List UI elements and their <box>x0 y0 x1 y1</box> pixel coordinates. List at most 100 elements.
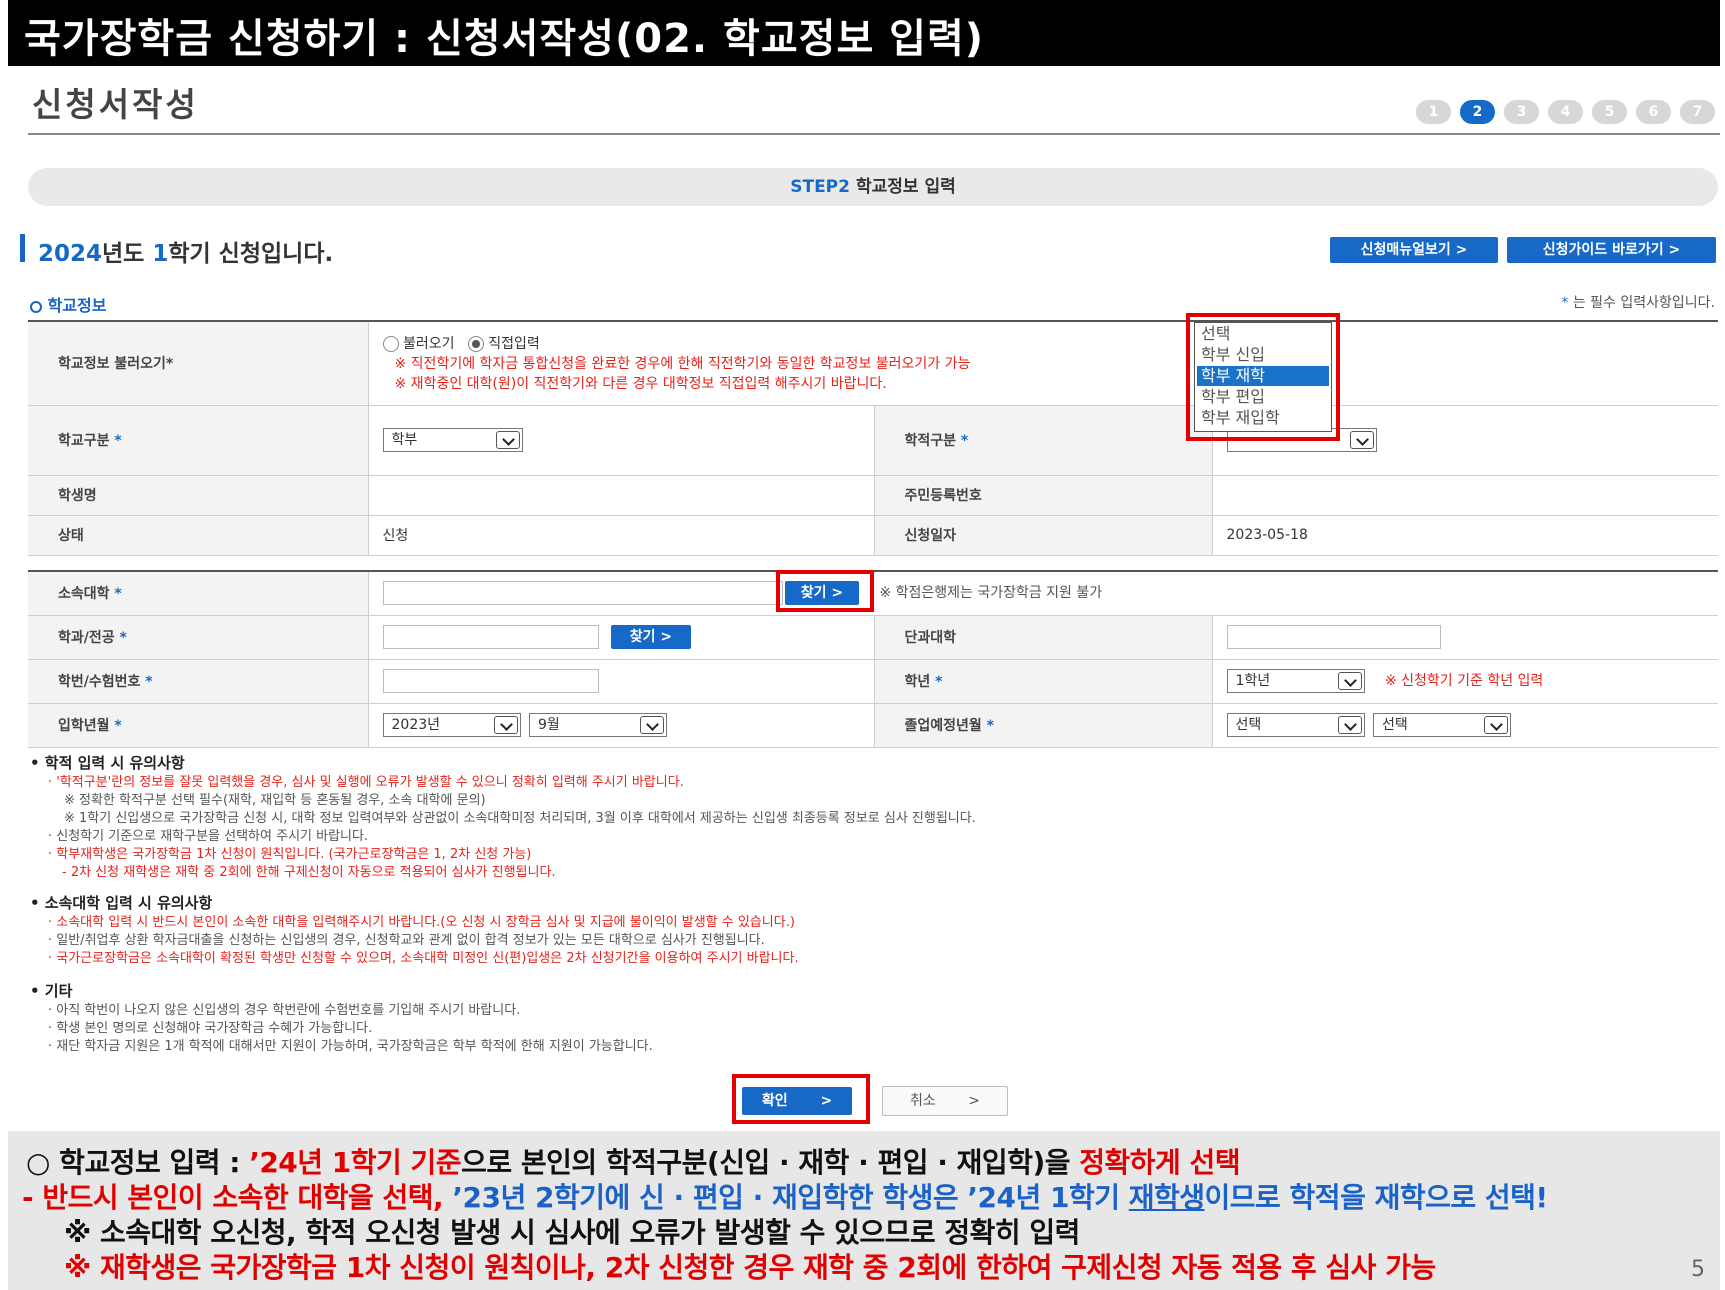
cancel-button[interactable]: 취소 > <box>882 1086 1008 1116</box>
required-star: * <box>145 674 153 690</box>
page-heading: 신청서작성 <box>32 85 199 124</box>
required-star: * <box>114 586 122 603</box>
admission-month-value: 9월 <box>537 717 560 733</box>
manual-button[interactable]: 신청매뉴얼보기 > <box>1330 237 1498 263</box>
term-semester-suffix: 학기 신청입니다. <box>168 241 334 267</box>
summary-blue-text: 이므로 학적을 재학으로 선택! <box>1204 1181 1549 1214</box>
radio-load[interactable] <box>382 336 399 352</box>
college-label: 단과대학 <box>874 614 1213 660</box>
section-label-text: 학교정보 <box>47 296 107 315</box>
major-input[interactable] <box>382 625 599 649</box>
summary-emphasis: ’24년 1학기 기준 <box>249 1146 462 1179</box>
load-note-1: ※ 직전학기에 학자금 통합신청을 완료한 경우에 한해 직전학기와 동일한 학… <box>394 356 971 372</box>
note-line: · 국가근로장학금은 소속대학이 확정된 학생만 신청할 수 있으며, 소속대학… <box>48 951 799 966</box>
load-note-2: ※ 재학중인 대학(원)이 직전학기와 다른 경우 대학정보 직접입력 해주시기… <box>394 376 887 392</box>
grade-select[interactable]: 1학년 <box>1226 669 1365 693</box>
confirm-label: 확인 <box>761 1093 788 1109</box>
etc-notes-heading: • 기타 <box>30 982 73 1000</box>
summary-text: ○ 학교정보 입력 : <box>26 1146 250 1179</box>
summary-line-2: - 반드시 본인이 소속한 대학을 선택, ’23년 2학기에 신 · 편입 ·… <box>22 1176 1548 1216</box>
student-id-input[interactable] <box>382 669 599 693</box>
university-notes-heading: • 소속대학 입력 시 유의사항 <box>30 894 213 912</box>
term-title: 2024년도 1학기 신청입니다. <box>38 234 333 268</box>
summary-blue-text: ’23년 2학기에 신 · 편입 · 재입학한 학생은 ’24년 1학기 <box>452 1181 1129 1214</box>
rrn-label: 주민등록번호 <box>874 474 1213 516</box>
school-type-value: 학부 <box>391 432 418 448</box>
admission-year-select[interactable]: 2023년 <box>382 713 521 737</box>
status-value: 신청 <box>368 514 875 556</box>
step-2-active: 2 <box>1460 100 1495 124</box>
graduation-year-value: 선택 <box>1235 717 1262 733</box>
term-semester: 1 <box>152 241 169 267</box>
graduation-label-cell: 졸업예정년월 * <box>874 702 1213 748</box>
step-3: 3 <box>1504 100 1539 124</box>
slide-title: 국가장학금 신청하기 : 신청서작성(02. 학교정보 입력) <box>24 16 985 62</box>
note-line: · 일반/취업후 상환 학자금대출을 신청하는 신입생의 경우, 신청학교와 관… <box>48 933 765 948</box>
note-line: · 소속대학 입력 시 반드시 본인이 소속한 대학을 입력해주시기 바랍니다.… <box>48 915 795 930</box>
graduation-month-select[interactable]: 선택 <box>1372 713 1511 737</box>
student-name-label: 학생명 <box>28 474 369 516</box>
status-label: 상태 <box>28 514 369 556</box>
section-label: 학교정보 <box>30 292 106 316</box>
summary-text: 으로 본인의 학적구분(신입 · 재학 · 편입 · 재입학)을 <box>461 1146 1080 1179</box>
step-label: 학교정보 입력 <box>855 177 956 197</box>
admission-year-value: 2023년 <box>391 717 441 733</box>
note-line: · '학적구분'란의 정보를 잘못 입력했을 경우, 심사 및 실행에 오류가 … <box>48 775 684 790</box>
etc-notes: • 기타 · 아직 학번이 나오지 않은 신입생의 경우 학번란에 수험번호를 … <box>30 982 653 1056</box>
note-line: ※ 1학기 신입생으로 국가장학금 신청 시, 대학 정보 입력여부와 상관없이… <box>64 811 976 826</box>
chevron-right-icon: > <box>820 1093 833 1109</box>
college-input[interactable] <box>1226 625 1441 649</box>
summary-emphasis: 정확하게 선택 <box>1079 1146 1241 1179</box>
chevron-down-icon <box>1349 431 1374 449</box>
university-input[interactable] <box>382 581 783 606</box>
term-year: 2024 <box>38 241 103 267</box>
major-label-cell: 학과/전공 * <box>28 614 369 660</box>
page-number: 5 <box>1691 1257 1705 1282</box>
graduation-label: 졸업예정년월 <box>904 718 982 734</box>
school-type-label: 학교구분 <box>58 433 110 449</box>
major-find-button[interactable]: 찾기 > <box>610 625 691 649</box>
confirm-button[interactable]: 확인 > <box>742 1087 852 1115</box>
note-line: · 재단 학자금 지원은 1개 학적에 대해서만 지원이 가능하며, 국가장학금… <box>48 1039 653 1054</box>
circle-icon <box>30 300 42 313</box>
admission-label-cell: 입학년월 * <box>28 702 369 748</box>
radio-direct-label: 직접입력 <box>488 336 540 352</box>
grade-label: 학년 <box>904 674 931 690</box>
university-label: 소속대학 <box>58 586 110 603</box>
radio-load-label: 불러오기 <box>402 336 455 352</box>
admission-month-select[interactable]: 9월 <box>528 713 667 737</box>
university-notes: • 소속대학 입력 시 유의사항 · 소속대학 입력 시 반드시 본인이 소속한… <box>30 894 799 968</box>
note-line: · 학생 본인 명의로 신청해야 국가장학금 수혜가 가능합니다. <box>48 1021 373 1036</box>
note-line: · 학부재학생은 국가장학금 1차 신청이 원칙입니다. (국가근로장학금은 1… <box>48 847 532 862</box>
enroll-notes-heading: • 학적 입력 시 유의사항 <box>30 754 185 772</box>
enroll-notes: • 학적 입력 시 유의사항 · '학적구분'란의 정보를 잘못 입력했을 경우… <box>30 754 976 882</box>
enroll-type-label: 학적구분 <box>904 433 957 449</box>
chevron-down-icon <box>1337 672 1362 690</box>
note-line: · 아직 학번이 나오지 않은 신입생의 경우 학번란에 수험번호를 기입해 주… <box>48 1003 521 1018</box>
summary-box: ○ 학교정보 입력 : ’24년 1학기 기준으로 본인의 학적구분(신입 · … <box>8 1131 1720 1290</box>
required-star: * <box>960 433 969 449</box>
required-note-text: 는 필수 입력사항입니다. <box>1568 295 1715 311</box>
summary-emphasis: - 반드시 본인이 소속한 대학을 선택, <box>22 1181 453 1214</box>
highlight-box-find <box>776 570 874 612</box>
school-type-select[interactable]: 학부 <box>382 428 523 452</box>
guide-button[interactable]: 신청가이드 바로가기 > <box>1507 237 1716 263</box>
note-line: - 2차 신청 재학생은 재학 중 2회에 한해 구제신청이 자동으로 적용되어… <box>62 865 556 880</box>
required-star: * <box>119 630 127 646</box>
radio-direct[interactable] <box>467 336 484 352</box>
student-id-label-cell: 학번/수험번호 * <box>28 658 369 704</box>
chevron-down-icon <box>495 431 520 449</box>
student-name-value <box>368 474 875 516</box>
required-star: * <box>935 674 943 690</box>
summary-line-4: ※ 재학생은 국가장학금 1차 신청이 원칙이나, 2차 신청한 경우 재학 중… <box>64 1251 1436 1284</box>
graduation-year-select[interactable]: 선택 <box>1226 713 1365 737</box>
load-label: 학교정보 불러오기* <box>28 320 369 406</box>
step-5: 5 <box>1592 100 1627 124</box>
term-year-suffix: 년도 <box>102 241 153 267</box>
chevron-down-icon <box>493 716 518 734</box>
required-note: * 는 필수 입력사항입니다. <box>1561 292 1715 312</box>
highlight-box-enroll-type <box>1186 313 1340 441</box>
note-line: · 신청학기 기준으로 재학구분을 선택하여 주시기 바랍니다. <box>48 829 369 844</box>
cancel-label: 취소 <box>910 1093 936 1109</box>
step-4: 4 <box>1548 100 1583 124</box>
